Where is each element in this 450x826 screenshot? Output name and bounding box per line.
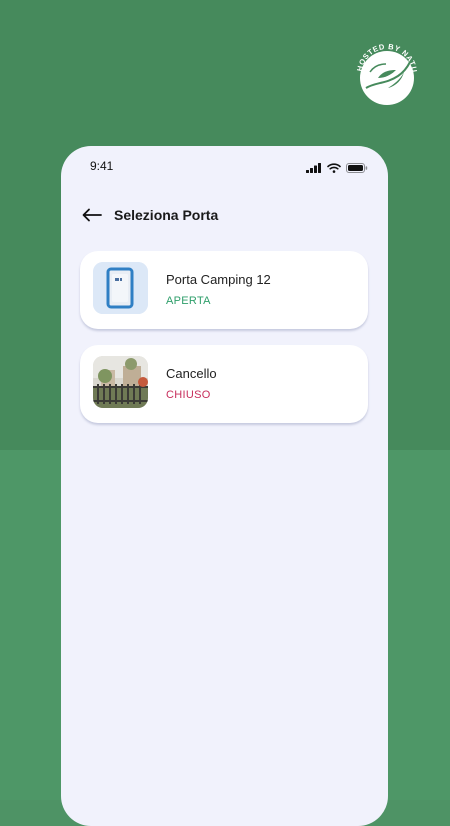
back-arrow-icon[interactable] <box>81 204 103 226</box>
door-card[interactable]: Cancello CHIUSO <box>80 345 368 423</box>
hosted-by-nature-logo: HOSTED BY NATURE <box>349 29 422 106</box>
signal-icon <box>306 160 322 178</box>
door-status: CHIUSO <box>166 389 211 401</box>
page-header: Seleziona Porta <box>81 204 218 226</box>
door-card[interactable]: Porta Camping 12 APERTA <box>80 251 368 329</box>
door-name: Porta Camping 12 <box>166 272 271 287</box>
door-name: Cancello <box>166 366 217 381</box>
gate-photo-icon <box>93 356 148 408</box>
phone-screen: 9:41 Seleziona Porta Porta Camping 12 AP… <box>61 146 388 826</box>
page-title: Seleziona Porta <box>114 207 219 223</box>
battery-icon <box>346 160 368 178</box>
status-bar: 9:41 <box>61 146 388 186</box>
status-icons <box>306 160 368 178</box>
status-time: 9:41 <box>90 159 114 173</box>
door-lock-device-icon <box>93 262 148 314</box>
wifi-icon <box>327 160 341 178</box>
door-status: APERTA <box>166 295 211 307</box>
